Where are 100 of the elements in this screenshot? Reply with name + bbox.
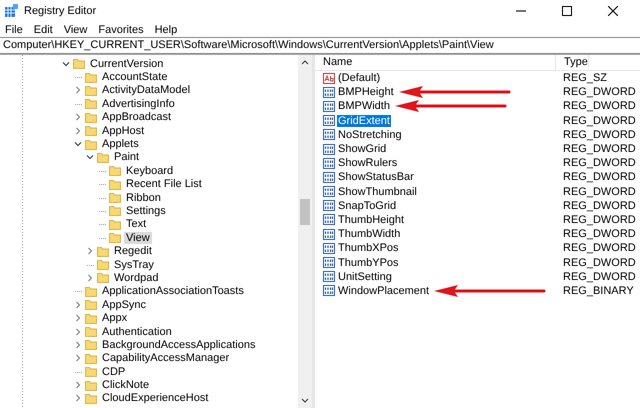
value-name[interactable]: ShowStatusBar	[337, 171, 415, 184]
scroll-thumb[interactable]	[300, 198, 310, 224]
binary-value-icon	[323, 172, 335, 183]
menu-item[interactable]: Favorites	[98, 24, 144, 36]
tree-item[interactable]: CapabilityAccessManager	[100, 352, 232, 364]
value-type: REG_DWORD	[562, 200, 636, 212]
tree-item[interactable]: Appx	[100, 312, 130, 324]
folder-icon	[85, 112, 97, 123]
folder-icon	[85, 326, 97, 337]
value-name[interactable]: WindowPlacement	[337, 284, 430, 297]
value-type: REG_SZ	[562, 72, 608, 84]
tree-item[interactable]: Authentication	[100, 326, 174, 338]
folder-icon	[85, 84, 97, 96]
column-header[interactable]: Name	[315, 55, 556, 70]
tree-item[interactable]: ApplicationAssociationToasts	[100, 285, 246, 298]
value-name[interactable]: ShowThumbnail	[337, 186, 418, 198]
value-name[interactable]: ThumbXPos	[337, 242, 400, 254]
folder-icon	[109, 192, 121, 204]
tree-item[interactable]: SysTray	[112, 258, 156, 271]
binary-value-icon	[323, 257, 335, 268]
maximize-icon[interactable]	[562, 6, 572, 16]
folder-icon	[85, 380, 97, 391]
tree-item[interactable]: CurrentVersion	[88, 58, 166, 70]
tree-item[interactable]: AppBroadcast	[100, 111, 174, 124]
binary-value-icon	[323, 129, 335, 140]
close-icon[interactable]	[608, 6, 618, 16]
expand-icon[interactable]	[74, 86, 82, 94]
menu-item[interactable]: Help	[154, 24, 178, 36]
folder-icon	[109, 232, 121, 244]
tree-item[interactable]: AdvertisingInfo	[100, 98, 177, 110]
tree-item[interactable]: BackgroundAccessApplications	[100, 338, 258, 351]
binary-value-icon	[323, 242, 335, 254]
folder-icon	[85, 312, 97, 324]
value-type: REG_DWORD	[562, 100, 636, 112]
tree-item[interactable]: Text	[124, 218, 148, 230]
expand-icon[interactable]	[86, 247, 94, 256]
tree-item[interactable]: CDP	[100, 366, 128, 378]
value-name[interactable]: UnitSetting	[337, 270, 393, 283]
tree-item[interactable]: Keyboard	[124, 164, 176, 177]
address-field[interactable]: Computer\HKEY_CURRENT_USER\Software\Microsoft\Windows\CurrentVersion\Applets\Paint\View	[0, 37, 640, 54]
value-type: REG_DWORD	[562, 171, 636, 184]
tree-item[interactable]: AccountState	[100, 71, 170, 84]
folder-icon	[109, 178, 121, 190]
folder-icon	[109, 165, 121, 176]
folder-icon	[85, 286, 97, 297]
value-type: REG_DWORD	[562, 157, 636, 170]
scrollbar[interactable]	[298, 55, 312, 408]
scroll-down-icon[interactable]	[301, 398, 309, 404]
tree-item[interactable]: CloudExperienceHost	[100, 392, 210, 404]
value-type: REG_DWORD	[562, 143, 636, 156]
binary-value-icon	[323, 200, 335, 212]
column-header[interactable]: Type	[556, 55, 589, 70]
value-name[interactable]: ThumbHeight	[337, 214, 406, 226]
binary-value-icon	[323, 115, 335, 126]
scroll-up-icon[interactable]	[301, 59, 309, 65]
tree-item[interactable]: View	[124, 232, 152, 244]
binary-value-icon	[323, 214, 335, 226]
binary-value-icon	[323, 285, 335, 296]
folder-icon	[85, 366, 97, 378]
folder-icon	[85, 138, 97, 150]
value-name[interactable]: BMPHeight	[337, 86, 395, 98]
tree-item[interactable]: Regedit	[112, 245, 154, 258]
tree-item[interactable]: AppHost	[100, 124, 146, 137]
tree-item[interactable]: Paint	[112, 151, 142, 164]
expand-icon[interactable]	[86, 274, 94, 282]
folder-icon	[97, 259, 109, 270]
value-name[interactable]: SnapToGrid	[337, 200, 398, 212]
tree-item[interactable]: ActivityDataModel	[100, 84, 192, 96]
folder-icon	[85, 125, 97, 136]
collapse-icon[interactable]	[62, 60, 70, 68]
value-name[interactable]: (Default)	[337, 72, 382, 84]
tree-item[interactable]: Ribbon	[124, 192, 163, 204]
binary-value-icon	[323, 228, 335, 240]
tree-item[interactable]: ClickNote	[100, 379, 152, 392]
value-name[interactable]: BMPWidth	[337, 100, 391, 112]
folder-icon	[85, 98, 97, 110]
folder-icon	[109, 218, 121, 230]
value-name[interactable]: GridExtent	[337, 114, 391, 127]
folder-icon	[97, 246, 109, 257]
registry-icon	[4, 4, 18, 18]
folder-icon	[109, 205, 121, 216]
value-name[interactable]: NoStretching	[337, 128, 403, 141]
tree-item[interactable]: Wordpad	[112, 272, 160, 284]
tree-item[interactable]: AppSync	[100, 298, 148, 311]
menu-item[interactable]: View	[64, 24, 88, 36]
value-name[interactable]: ThumbYPos	[337, 256, 400, 269]
value-name[interactable]: ShowRulers	[337, 157, 398, 170]
value-type: REG_DWORD	[562, 214, 636, 226]
menu-item[interactable]: File	[5, 24, 23, 36]
folder-icon	[85, 339, 97, 350]
tree-item[interactable]: Recent File List	[124, 178, 204, 190]
value-name[interactable]: ShowGrid	[337, 143, 388, 156]
folder-icon	[85, 352, 97, 364]
menu-item[interactable]: Edit	[34, 24, 53, 36]
tree-item[interactable]: Applets	[100, 138, 141, 150]
string-value-icon	[323, 72, 335, 84]
value-type: REG_DWORD	[562, 256, 636, 269]
value-name[interactable]: ThumbWidth	[337, 228, 402, 240]
tree-item[interactable]: Settings	[124, 204, 168, 217]
binary-value-icon	[323, 158, 335, 169]
